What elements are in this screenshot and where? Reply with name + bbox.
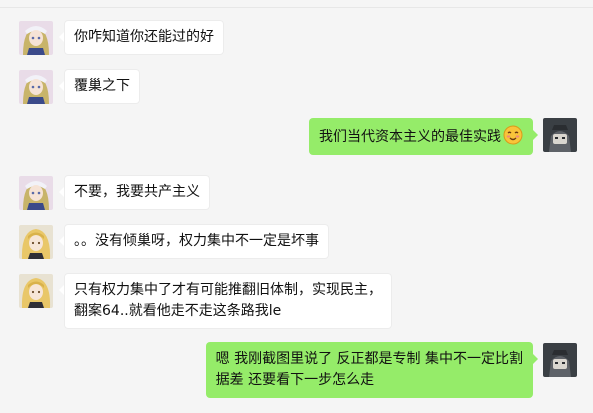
message-text: 你咋知道你还能过的好 bbox=[74, 29, 214, 45]
blonde-character-avatar[interactable] bbox=[19, 274, 53, 308]
anime-girl-avatar[interactable] bbox=[19, 21, 53, 55]
anime-girl-avatar[interactable] bbox=[19, 176, 53, 210]
message-bubble-received[interactable]: 你咋知道你还能过的好 bbox=[59, 20, 224, 55]
message-text: 覆巢之下 bbox=[74, 78, 130, 94]
message-text: 我们当代资本主义的最佳实践 bbox=[319, 125, 523, 148]
message-bubble-received[interactable]: 。。没有倾巢呀，权力集中不一定是坏事 bbox=[59, 224, 329, 259]
message-text: 不要，我要共产主义 bbox=[74, 184, 200, 200]
message-bubble-sent[interactable]: 我们当代资本主义的最佳实践 bbox=[309, 118, 538, 155]
message-bubble-received[interactable]: 只有权力集中了才有可能推翻旧体制，实现民主， 翻案64..就看他走不走这条路我l… bbox=[59, 273, 392, 329]
message-text: 。。没有倾巢呀，权力集中不一定是坏事 bbox=[74, 233, 319, 249]
message-text-line: 翻案64..就看他走不走这条路我le bbox=[74, 303, 282, 319]
smiling-face-emoji bbox=[503, 125, 523, 145]
message-text-line: 嗯 我刚截图里说了 反正都是专制 集中不一定比割 bbox=[215, 351, 523, 367]
top-divider bbox=[0, 7, 593, 8]
chat-message-area: 你咋知道你还能过的好 覆巢之下 我们当代资本主义的最佳实践 不要，我要共产主义 … bbox=[0, 0, 593, 413]
message-text-line: 只有权力集中了才有可能推翻旧体制，实现民主， bbox=[74, 282, 382, 298]
anime-girl-avatar[interactable] bbox=[19, 70, 53, 104]
blonde-character-avatar[interactable] bbox=[19, 225, 53, 259]
self-avatar[interactable] bbox=[543, 343, 577, 377]
message-bubble-received[interactable]: 不要，我要共产主义 bbox=[59, 175, 210, 210]
message-bubble-received[interactable]: 覆巢之下 bbox=[59, 69, 140, 104]
message-text-line: 据差 还要看下一步怎么走 bbox=[215, 372, 375, 388]
message-bubble-sent[interactable]: 嗯 我刚截图里说了 反正都是专制 集中不一定比割 据差 还要看下一步怎么走 bbox=[205, 342, 539, 398]
self-avatar[interactable] bbox=[543, 118, 577, 152]
